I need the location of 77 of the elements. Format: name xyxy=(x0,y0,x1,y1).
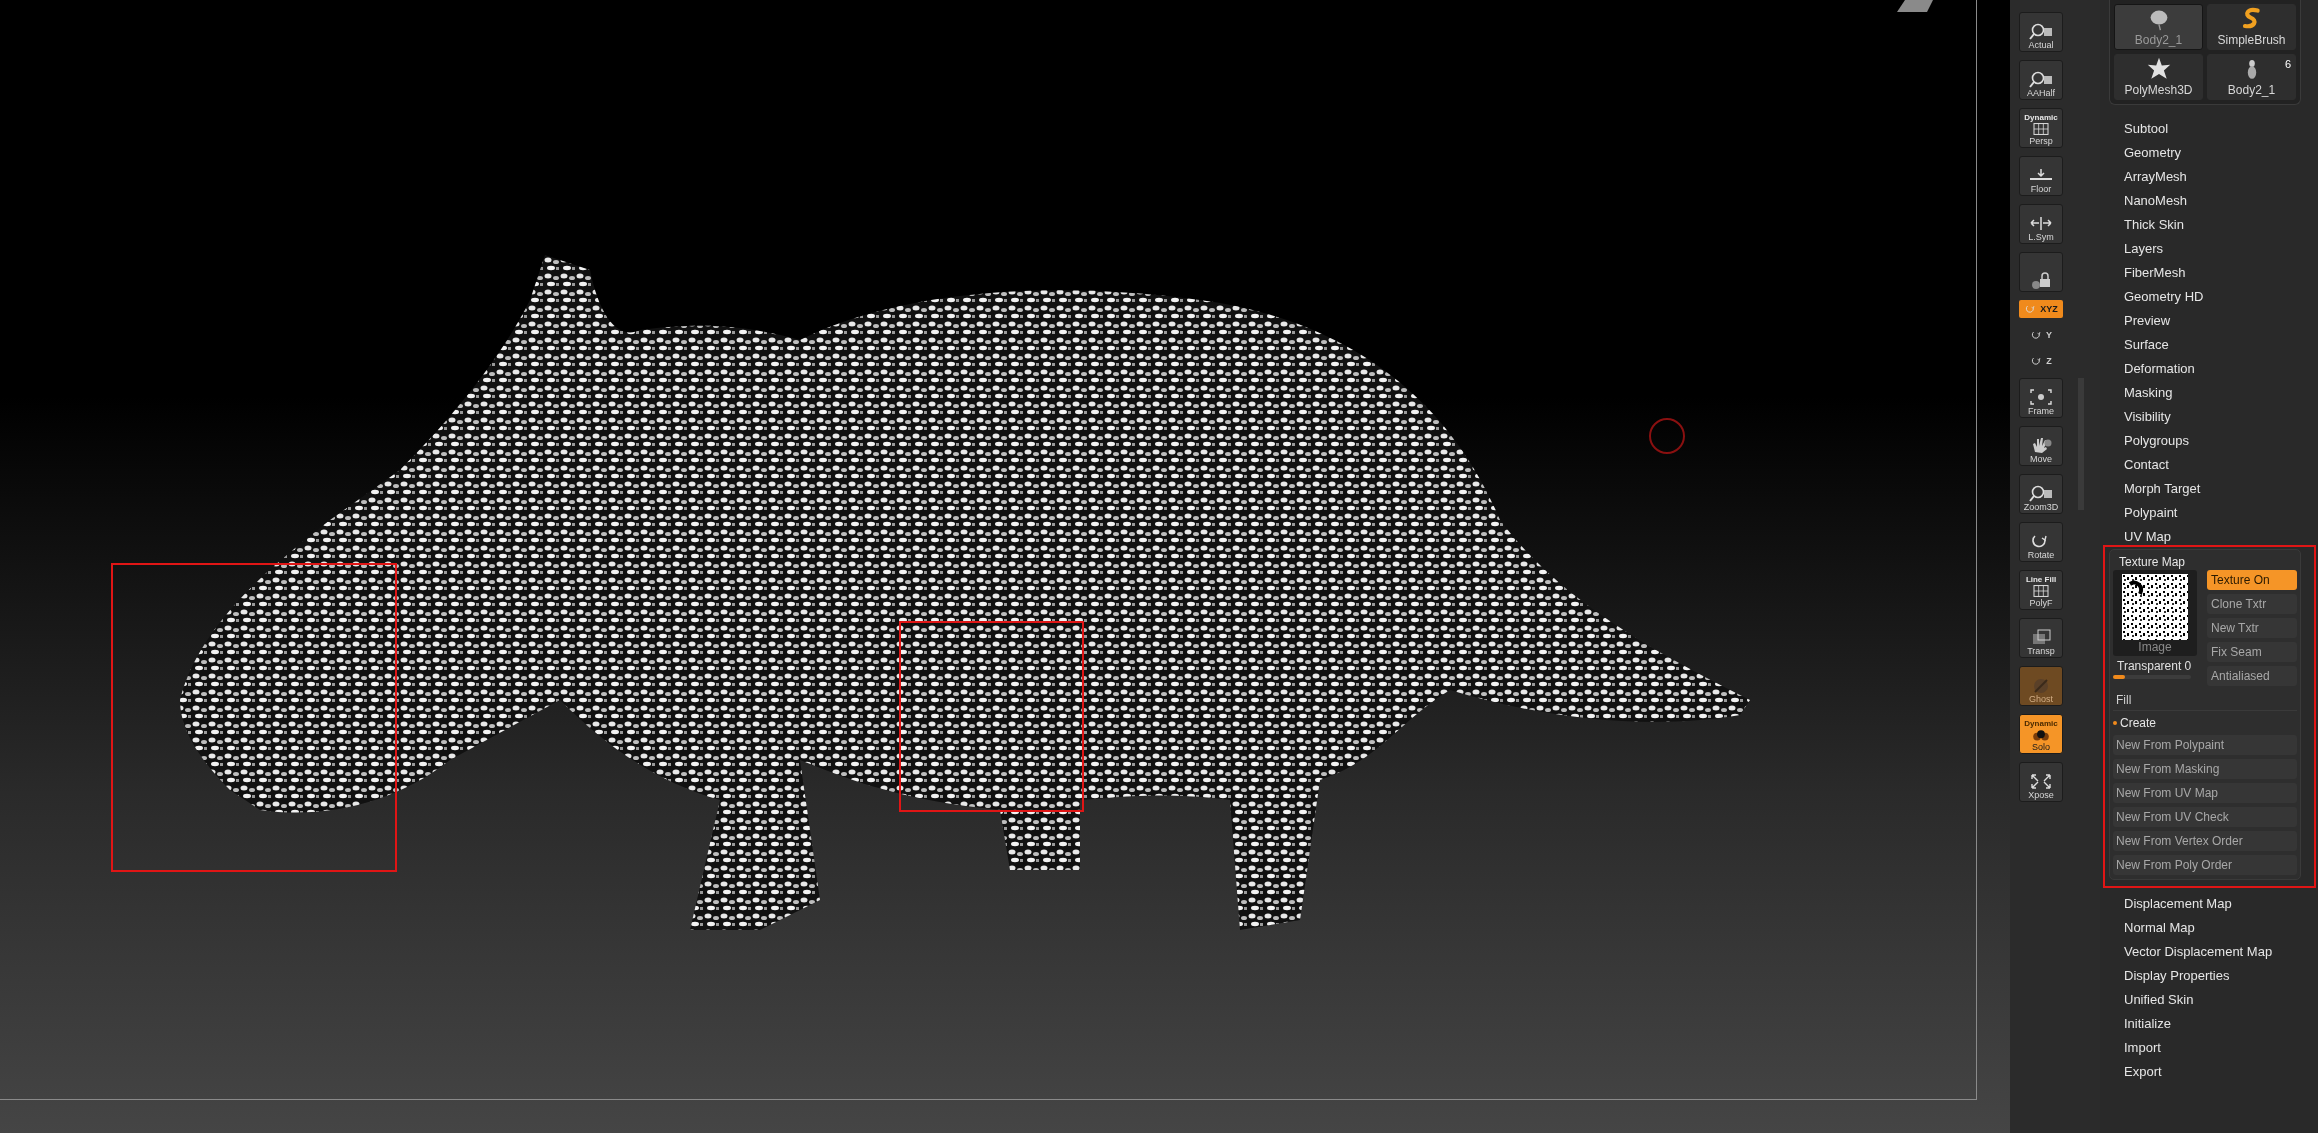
create-button[interactable]: New From Polypaint xyxy=(2113,735,2297,755)
transparency-slider[interactable]: Transparent 0 xyxy=(2113,659,2197,681)
toolbar-button[interactable]: Dynamic Persp xyxy=(2019,108,2063,148)
create-button[interactable]: New From UV Check xyxy=(2113,807,2297,827)
toolbar-button[interactable]: Floor xyxy=(2019,156,2063,196)
texture-thumbnail[interactable]: Image xyxy=(2113,570,2197,656)
create-button[interactable]: New From Masking xyxy=(2113,759,2297,779)
menu-item[interactable]: Morph Target xyxy=(2109,477,2301,501)
menu-item[interactable]: Visibility xyxy=(2109,405,2301,429)
magnifier-icon xyxy=(2029,70,2053,88)
menu-item[interactable]: Displacement Map xyxy=(2109,892,2301,916)
tool-tile[interactable]: PolyMesh3D xyxy=(2114,54,2203,100)
toolbar-button[interactable] xyxy=(2019,252,2063,292)
create-section[interactable]: Create xyxy=(2113,711,2297,735)
toolbar-button[interactable]: Frame xyxy=(2019,378,2063,418)
toolbar-button[interactable]: AAHalf xyxy=(2019,60,2063,100)
toolbar-button[interactable]: L.Sym xyxy=(2019,204,2063,244)
expand-icon xyxy=(2029,772,2053,790)
menu-item[interactable]: Masking xyxy=(2109,381,2301,405)
textured-dinosaur-model-drawing[interactable] xyxy=(180,255,1750,930)
toolbar-button[interactable]: Move xyxy=(2019,426,2063,466)
menu-item[interactable]: Geometry xyxy=(2109,141,2301,165)
menu-item[interactable]: Initialize xyxy=(2109,1012,2301,1036)
count-label: 6 xyxy=(2284,57,2291,71)
texture-button[interactable]: Antialiased xyxy=(2207,666,2297,686)
create-button[interactable]: New From Vertex Order xyxy=(2113,831,2297,851)
toolbar-button[interactable]: XYZ xyxy=(2019,300,2063,318)
menu-item[interactable]: Contact xyxy=(2109,453,2301,477)
menu-item[interactable]: Import xyxy=(2109,1036,2301,1060)
tool-tile[interactable]: Body2_1 xyxy=(2114,4,2203,50)
menu-item[interactable]: NanoMesh xyxy=(2109,189,2301,213)
create-button[interactable]: New From Poly Order xyxy=(2113,855,2297,875)
menu-item[interactable]: Polygroups xyxy=(2109,429,2301,453)
menu-item[interactable]: Unified Skin xyxy=(2109,988,2301,1012)
lock-icon xyxy=(2029,272,2053,290)
menu-item[interactable]: Subtool xyxy=(2109,117,2301,141)
toolbar-button[interactable]: Zoom3D xyxy=(2019,474,2063,514)
toolbar-button[interactable]: Y xyxy=(2019,326,2063,344)
texture-button[interactable]: Clone Txtr xyxy=(2207,594,2297,614)
toolbar-button[interactable]: Line Fill PolyF xyxy=(2019,570,2063,610)
menu-item[interactable]: ArrayMesh xyxy=(2109,165,2301,189)
toolbar-button[interactable]: Z xyxy=(2019,352,2063,370)
create-button[interactable]: New From UV Map xyxy=(2113,783,2297,803)
toolbar-button[interactable]: Dynamic Solo xyxy=(2019,714,2063,754)
magnifier-icon xyxy=(2029,484,2053,502)
toolbar-button[interactable]: Transp xyxy=(2019,618,2063,658)
button-caption: Dynamic xyxy=(2024,719,2058,728)
texture-button[interactable]: Fix Seam xyxy=(2207,642,2297,662)
tool-tile[interactable]: SimpleBrush xyxy=(2207,4,2296,50)
texture-button[interactable]: Texture On xyxy=(2207,570,2297,590)
toolbar-button[interactable]: Rotate xyxy=(2019,522,2063,562)
menu-item[interactable]: UV Map xyxy=(2109,525,2301,549)
noise-texture-drawing xyxy=(2122,574,2188,640)
menu-item[interactable]: Layers xyxy=(2109,237,2301,261)
menu-item[interactable]: Display Properties xyxy=(2109,964,2301,988)
button-caption: Dynamic xyxy=(2024,113,2058,122)
magnifier-icon xyxy=(2029,22,2053,40)
menu-item[interactable]: Surface xyxy=(2109,333,2301,357)
thumbnail-caption: Image xyxy=(2138,640,2172,654)
panel-title[interactable]: Texture Map xyxy=(2113,550,2297,570)
menu-item[interactable]: Geometry HD xyxy=(2109,285,2301,309)
frame-icon xyxy=(2029,388,2053,406)
menu-item[interactable]: Deformation xyxy=(2109,357,2301,381)
menu-item[interactable]: Normal Map xyxy=(2109,916,2301,940)
menu-item[interactable]: Polypaint xyxy=(2109,501,2301,525)
fill-section[interactable]: Fill xyxy=(2113,689,2297,711)
menu-item[interactable]: Vector Displacement Map xyxy=(2109,940,2301,964)
menu-item[interactable]: Preview xyxy=(2109,309,2301,333)
menu-item[interactable]: FiberMesh xyxy=(2109,261,2301,285)
arrows-icon xyxy=(2029,214,2053,232)
texture-button[interactable]: New Txtr xyxy=(2207,618,2297,638)
menu-item[interactable]: Export xyxy=(2109,1060,2301,1084)
tool-tile[interactable]: Body2_1 6 xyxy=(2207,54,2296,100)
toolbar-button[interactable]: Actual xyxy=(2019,12,2063,52)
menu-item[interactable]: Thick Skin xyxy=(2109,213,2301,237)
toolbar-button[interactable]: Xpose xyxy=(2019,762,2063,802)
button-caption: Line Fill xyxy=(2025,575,2057,584)
